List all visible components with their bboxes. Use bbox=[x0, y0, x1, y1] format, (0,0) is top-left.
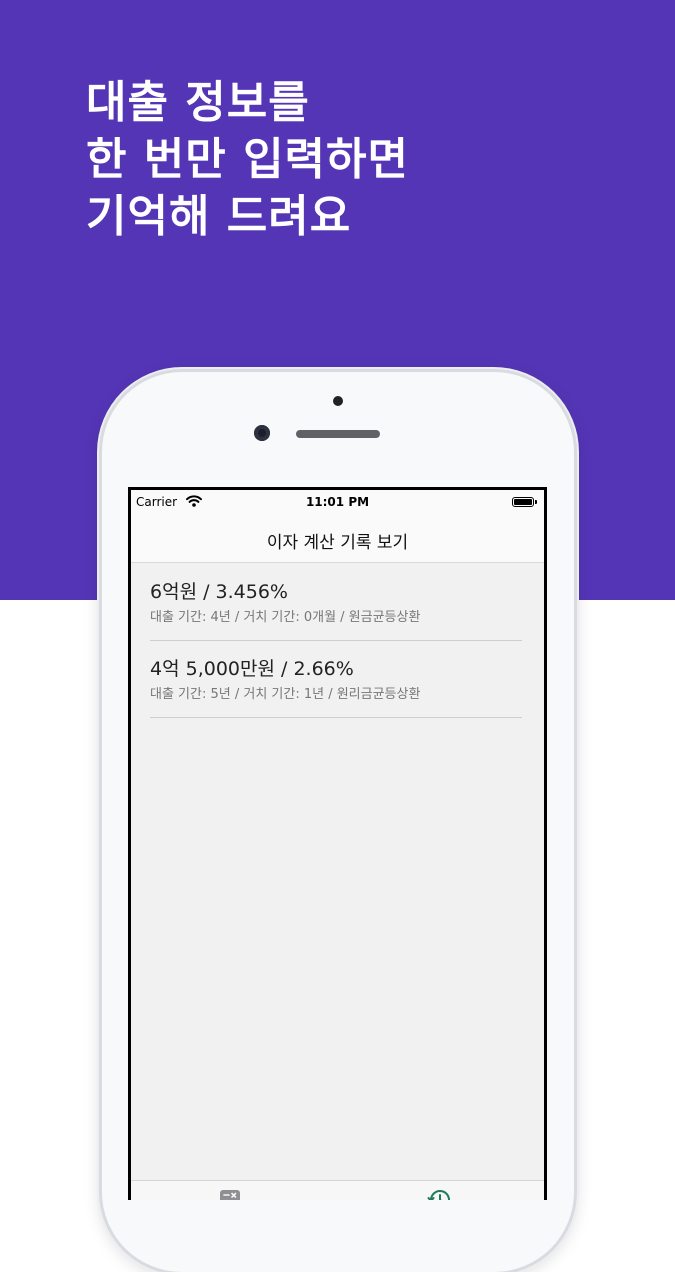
record-title: 4억 5,000만원 / 2.66% bbox=[150, 658, 354, 680]
record-title: 6억원 / 3.456% bbox=[150, 581, 288, 603]
phone-power-button bbox=[574, 576, 579, 652]
history-record[interactable]: 4억 5,000만원 / 2.66% 대출 기간: 5년 / 거치 기간: 1년… bbox=[150, 657, 522, 718]
record-detail: 대출 기간: 5년 / 거치 기간: 1년 / 원리금균등상환 bbox=[150, 687, 421, 702]
history-record[interactable]: 6억원 / 3.456% 대출 기간: 4년 / 거치 기간: 0개월 / 원금… bbox=[150, 580, 522, 641]
tab-bar bbox=[131, 1180, 544, 1200]
status-bar: Carrier 11:01 PM bbox=[131, 490, 544, 514]
status-time: 11:01 PM bbox=[305, 495, 370, 509]
headline-line-3: 기억해 드려요 bbox=[86, 191, 352, 242]
phone-screen: Carrier 11:01 PM 이자 계산 기록 보기 6억원 / 3.456… bbox=[128, 487, 547, 1200]
record-detail: 대출 기간: 4년 / 거치 기간: 0개월 / 원금균등상환 bbox=[150, 610, 421, 625]
earpiece-speaker bbox=[296, 430, 380, 438]
promo-headline: 대출 정보를 한 번만 입력하면 기억해 드려요 bbox=[86, 74, 409, 245]
headline-line-2: 한 번만 입력하면 bbox=[86, 134, 409, 185]
calculator-icon[interactable] bbox=[219, 1189, 241, 1200]
battery-icon bbox=[512, 497, 537, 507]
proximity-sensor bbox=[333, 396, 343, 406]
history-list: 6억원 / 3.456% 대출 기간: 4년 / 거치 기간: 0개월 / 원금… bbox=[150, 580, 522, 734]
headline-line-1: 대출 정보를 bbox=[86, 77, 310, 128]
front-camera-icon bbox=[254, 425, 270, 441]
nav-title: 이자 계산 기록 보기 bbox=[266, 533, 409, 553]
history-clock-icon[interactable] bbox=[427, 1187, 453, 1200]
app-screen: Carrier 11:01 PM 이자 계산 기록 보기 6억원 / 3.456… bbox=[131, 490, 544, 1200]
navigation-bar: 이자 계산 기록 보기 bbox=[131, 514, 544, 563]
